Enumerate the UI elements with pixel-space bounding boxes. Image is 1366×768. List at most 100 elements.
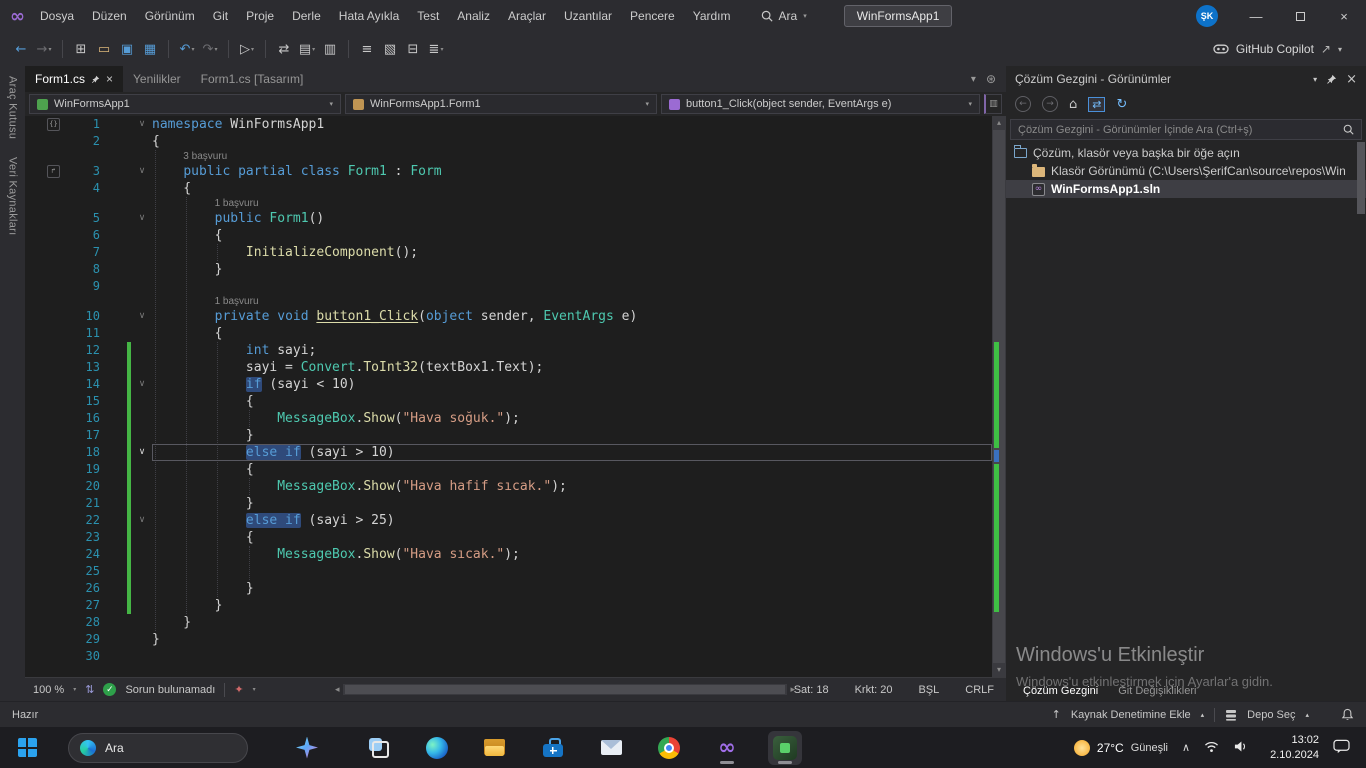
menu-derle[interactable]: Derle xyxy=(283,0,330,32)
menu-yardım[interactable]: Yardım xyxy=(684,0,740,32)
fold-chevron-icon[interactable]: ∨ xyxy=(134,376,150,393)
menu-görünüm[interactable]: Görünüm xyxy=(136,0,204,32)
fold-chevron-icon[interactable]: ∨ xyxy=(134,308,150,325)
hscroll-track[interactable] xyxy=(342,684,788,695)
weather-widget[interactable]: 27°C Güneşli xyxy=(1073,739,1168,756)
fold-chevron-icon[interactable]: ∨ xyxy=(134,512,150,529)
list-members-icon[interactable]: ≣ ▾ xyxy=(425,37,447,61)
start-without-debugging-icon[interactable]: ▷ ▾ xyxy=(236,37,258,61)
split-window-button[interactable]: ▥ xyxy=(984,94,1002,114)
inheritance-margin-icon[interactable]: ↱ xyxy=(47,165,60,178)
code-text[interactable] xyxy=(152,563,992,580)
comment-icon[interactable]: ▧ xyxy=(379,37,401,61)
project-dropdown[interactable]: WinFormsApp1 ▾ xyxy=(29,94,341,114)
document-margin-icon[interactable]: {} xyxy=(47,118,60,131)
open-folder-icon[interactable]: ▭ xyxy=(93,37,115,61)
visual-studio-icon[interactable]: ∞ xyxy=(710,731,744,765)
code-text[interactable]: private void button1_Click(object sender… xyxy=(152,308,992,325)
code-text[interactable] xyxy=(152,278,992,295)
indent-icon[interactable]: ≡ xyxy=(356,37,378,61)
account-avatar[interactable]: ŞK xyxy=(1196,5,1218,27)
code-text[interactable]: } xyxy=(152,614,992,631)
editor-horizontal-scrollbar[interactable]: ◂ ▸ xyxy=(335,682,795,697)
task-view-icon[interactable] xyxy=(362,731,396,765)
code-cleanup-menu-icon[interactable]: ▾ xyxy=(253,686,256,693)
chevron-up-icon[interactable]: ▴ xyxy=(1201,711,1205,719)
code-text[interactable]: { xyxy=(152,133,992,150)
code-cleanup-icon[interactable]: ✦ xyxy=(234,683,243,696)
notifications-icon[interactable] xyxy=(1333,739,1350,757)
network-icon[interactable] xyxy=(1204,740,1219,756)
codelens-references[interactable]: 1 başvuru xyxy=(25,197,992,210)
code-text[interactable]: { xyxy=(152,529,992,546)
tool-tab-veri-kaynakları[interactable]: Veri Kaynakları xyxy=(7,157,19,235)
bookmark-icon[interactable]: ⊟ xyxy=(402,37,424,61)
code-text[interactable]: MessageBox.Show("Hava sıcak."); xyxy=(152,546,992,563)
running-app-icon[interactable] xyxy=(768,730,802,765)
zoom-level[interactable]: 100 % xyxy=(33,684,64,696)
code-text[interactable]: int sayi; xyxy=(152,342,992,359)
taskbar-search[interactable]: Ara xyxy=(68,732,248,763)
menu-pencere[interactable]: Pencere xyxy=(621,0,684,32)
tab-form1-cs-tasarım-[interactable]: Form1.cs [Tasarım] xyxy=(191,66,314,92)
code-text[interactable]: { xyxy=(152,461,992,478)
code-text[interactable]: MessageBox.Show("Hava hafif sıcak."); xyxy=(152,478,992,495)
code-text[interactable]: } xyxy=(152,427,992,444)
fold-chevron-icon[interactable]: ∨ xyxy=(134,444,150,461)
error-list-icon[interactable]: ▥ xyxy=(319,37,341,61)
redo-icon[interactable]: ↷ ▾ xyxy=(199,37,221,61)
edge-icon[interactable] xyxy=(420,731,454,765)
menu-uzantılar[interactable]: Uzantılar xyxy=(555,0,621,32)
back-circle-icon[interactable]: ← xyxy=(1015,96,1031,112)
home-icon[interactable]: ⌂ xyxy=(1069,97,1077,112)
fold-chevron-icon[interactable]: ∨ xyxy=(134,210,150,227)
explorer-item[interactable]: Çözüm, klasör veya başka bir öğe açın xyxy=(1006,144,1366,162)
code-text[interactable]: { xyxy=(152,227,992,244)
start-button[interactable] xyxy=(10,731,44,765)
code-text[interactable]: } xyxy=(152,495,992,512)
menu-analiz[interactable]: Analiz xyxy=(448,0,499,32)
add-to-source-control-button[interactable]: Kaynak Denetimine Ekle xyxy=(1071,709,1191,721)
nav-back-icon[interactable]: ← xyxy=(10,37,32,61)
panel-scrollbar-thumb[interactable] xyxy=(1357,142,1365,214)
tab-close-icon[interactable]: × xyxy=(106,72,113,86)
refresh-icon[interactable]: ↻ xyxy=(1116,97,1127,112)
forward-circle-icon[interactable]: → xyxy=(1042,96,1058,112)
code-text[interactable]: } xyxy=(152,631,992,648)
code-text[interactable]: if (sayi < 10) xyxy=(152,376,992,393)
explorer-item[interactable]: ∞ WinFormsApp1.sln xyxy=(1006,180,1366,198)
notifications-bell-icon[interactable] xyxy=(1341,708,1354,721)
scroll-right-icon[interactable]: ▸ xyxy=(790,685,795,695)
menu-dosya[interactable]: Dosya xyxy=(31,0,83,32)
menu-git[interactable]: Git xyxy=(204,0,237,32)
explorer-search-box[interactable]: Çözüm Gezgini - Görünümler İçinde Ara (C… xyxy=(1010,119,1362,140)
sync-scroll-icon[interactable]: ⇅ xyxy=(85,683,94,696)
volume-icon[interactable] xyxy=(1233,740,1248,756)
save-all-icon[interactable]: ▦ xyxy=(139,37,161,61)
clock-widget[interactable]: 13:02 2.10.2024 xyxy=(1270,733,1319,762)
menu-düzen[interactable]: Düzen xyxy=(83,0,136,32)
panel-close-icon[interactable]: × xyxy=(1346,72,1357,87)
tab-options-icon[interactable]: ⊛ xyxy=(986,72,996,86)
minimize-button[interactable]: — xyxy=(1234,0,1278,32)
copilot-group[interactable]: GitHub Copilot ↗ ▾ xyxy=(1213,41,1356,57)
health-label[interactable]: Sorun bulunamadı xyxy=(125,684,215,696)
hscroll-thumb[interactable] xyxy=(344,685,786,694)
copilot-menu-icon[interactable]: ▾ xyxy=(1338,45,1342,54)
code-text[interactable] xyxy=(152,648,992,665)
menu-test[interactable]: Test xyxy=(408,0,448,32)
member-dropdown[interactable]: button1_Click(object sender, EventArgs e… xyxy=(661,94,980,114)
panel-tab-çözüm-gezgini[interactable]: Çözüm Gezgini xyxy=(1016,685,1105,697)
scroll-up-icon[interactable]: ▴ xyxy=(992,116,1006,130)
tab-yenilikler[interactable]: Yenilikler xyxy=(123,66,191,92)
sync-with-active-document-icon[interactable]: ⇄ xyxy=(1088,96,1106,112)
code-text[interactable]: else if (sayi > 10) xyxy=(152,444,992,461)
store-icon[interactable] xyxy=(536,731,570,765)
build-icon[interactable]: ▤ ▾ xyxy=(296,37,318,61)
panel-tab-git-değişiklikleri[interactable]: Git Değişiklikleri xyxy=(1111,685,1203,697)
code-text[interactable]: { xyxy=(152,393,992,410)
menu-proje[interactable]: Proje xyxy=(237,0,283,32)
fold-chevron-icon[interactable]: ∨ xyxy=(134,116,150,133)
nav-forward-icon[interactable]: → ▾ xyxy=(33,37,55,61)
code-text[interactable]: else if (sayi > 25) xyxy=(152,512,992,529)
